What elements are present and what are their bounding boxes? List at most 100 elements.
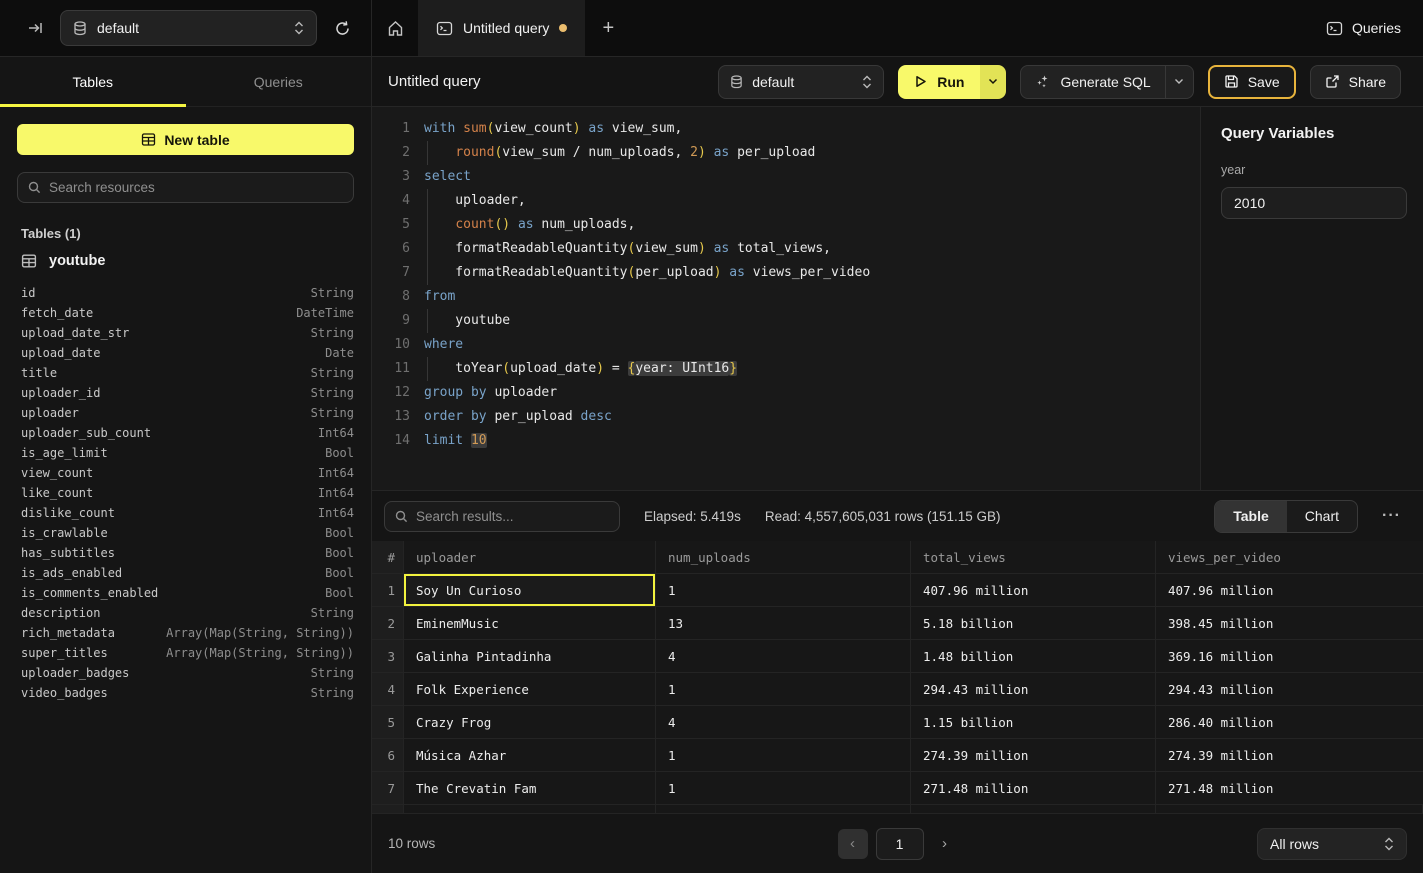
results-cell[interactable]: 1 xyxy=(656,574,911,606)
results-cell[interactable]: 4 xyxy=(656,640,911,672)
resource-search-input[interactable] xyxy=(49,180,343,195)
line-number: 8 xyxy=(386,285,410,309)
query-toolbar: Untitled query default xyxy=(372,57,1423,107)
results-search-input[interactable] xyxy=(416,509,609,524)
queries-button[interactable]: Queries xyxy=(1326,20,1401,37)
results-cell[interactable]: 294.43 million xyxy=(1156,673,1423,705)
new-table-button[interactable]: New table xyxy=(17,124,354,155)
variable-year-input[interactable] xyxy=(1221,187,1407,219)
results-header-cell[interactable]: uploader xyxy=(404,541,656,573)
column-name: is_comments_enabled xyxy=(21,586,158,600)
share-button[interactable]: Share xyxy=(1310,65,1401,99)
results-more-icon[interactable]: ··· xyxy=(1382,507,1401,525)
tab-tables[interactable]: Tables xyxy=(0,57,186,106)
page-size-value: All rows xyxy=(1270,836,1319,852)
table-item-youtube[interactable]: youtube xyxy=(21,253,354,269)
results-header-cell[interactable]: num_uploads xyxy=(656,541,911,573)
schema-column-row: uploader_sub_countInt64 xyxy=(21,423,354,443)
results-header-cell[interactable]: total_views xyxy=(911,541,1156,573)
row-number-cell[interactable]: 3 xyxy=(372,640,404,672)
results-cell[interactable]: 294.43 million xyxy=(911,673,1156,705)
terminal-icon xyxy=(1326,20,1343,37)
results-cell[interactable]: 1.48 billion xyxy=(911,640,1156,672)
generate-sql-caret[interactable] xyxy=(1165,66,1193,98)
next-page-icon[interactable]: › xyxy=(932,829,958,859)
results-cell[interactable]: Música Azhar xyxy=(404,739,656,771)
schema-column-row: is_age_limitBool xyxy=(21,443,354,463)
results-cell[interactable]: Folk Experience xyxy=(404,673,656,705)
row-number-cell[interactable]: 2 xyxy=(372,607,404,639)
row-number-cell[interactable]: 5 xyxy=(372,706,404,738)
toolbar-database-selector[interactable]: default xyxy=(718,65,884,99)
view-tab-chart[interactable]: Chart xyxy=(1287,501,1357,532)
results-cell[interactable]: 1 xyxy=(656,772,911,804)
sidebar: Tables Queries New table Tables (1) xyxy=(0,57,372,873)
row-number-cell[interactable]: 1 xyxy=(372,574,404,606)
results-cell[interactable]: 407.96 million xyxy=(1156,574,1423,606)
run-button-main[interactable]: Run xyxy=(898,65,980,99)
page-number-input[interactable] xyxy=(876,828,924,860)
column-type: Date xyxy=(325,346,354,360)
column-name: is_age_limit xyxy=(21,446,108,460)
results-header-row: #uploadernum_uploadstotal_viewsviews_per… xyxy=(372,541,1423,574)
results-cell[interactable]: 1 xyxy=(656,739,911,771)
page-size-selector[interactable]: All rows xyxy=(1257,828,1407,860)
results-search[interactable] xyxy=(384,501,620,532)
save-button[interactable]: Save xyxy=(1208,65,1296,99)
row-number-cell[interactable]: 7 xyxy=(372,772,404,804)
chevron-updown-icon xyxy=(1384,837,1394,851)
results-cell[interactable]: 271.48 million xyxy=(911,772,1156,804)
sparkle-icon xyxy=(1035,74,1050,89)
generate-sql-button[interactable]: Generate SQL xyxy=(1020,65,1193,99)
tab-untitled-query[interactable]: Untitled query xyxy=(418,0,585,56)
code-line: 2 round(view_sum / num_uploads, 2) as pe… xyxy=(386,141,1200,165)
results-cell[interactable]: 274.39 million xyxy=(911,739,1156,771)
results-cell[interactable]: 398.45 million xyxy=(1156,607,1423,639)
results-cell[interactable]: 369.16 million xyxy=(1156,640,1423,672)
results-header-cell[interactable]: views_per_video xyxy=(1156,541,1423,573)
results-cell[interactable]: 5.18 billion xyxy=(911,607,1156,639)
results-cell[interactable]: 1.15 billion xyxy=(911,706,1156,738)
collapse-sidebar-icon[interactable] xyxy=(20,13,50,43)
schema-column-row: view_countInt64 xyxy=(21,463,354,483)
table-row: 3Galinha Pintadinha41.48 billion369.16 m… xyxy=(372,640,1423,673)
results-header-cell[interactable]: # xyxy=(372,541,404,573)
run-button[interactable]: Run xyxy=(898,65,1006,99)
chevron-updown-icon xyxy=(862,75,872,89)
prev-page-icon[interactable]: ‹ xyxy=(838,829,868,859)
results-cell[interactable]: 1 xyxy=(656,673,911,705)
results-cell[interactable]: 13 xyxy=(656,607,911,639)
generate-sql-main[interactable]: Generate SQL xyxy=(1021,74,1164,90)
results-cell[interactable]: Crazy Frog xyxy=(404,706,656,738)
toolbar-database-value: default xyxy=(752,74,794,90)
row-number-cell[interactable]: 6 xyxy=(372,739,404,771)
new-tab-icon[interactable]: + xyxy=(585,0,631,56)
results-panel: Elapsed: 5.419s Read: 4,557,605,031 rows… xyxy=(372,490,1423,873)
code-line: 11 toYear(upload_date) = {year: UInt16} xyxy=(386,357,1200,381)
resource-search[interactable] xyxy=(17,172,354,203)
queries-button-label: Queries xyxy=(1352,20,1401,36)
results-cell[interactable]: Galinha Pintadinha xyxy=(404,640,656,672)
results-cell[interactable]: 274.39 million xyxy=(1156,739,1423,771)
run-options-caret[interactable] xyxy=(980,65,1006,99)
results-cell[interactable]: 407.96 million xyxy=(911,574,1156,606)
refresh-icon[interactable] xyxy=(327,13,357,43)
sql-editor[interactable]: 1with sum(view_count) as view_sum,2 roun… xyxy=(372,107,1200,490)
database-selector[interactable]: default xyxy=(60,10,317,46)
column-type: String xyxy=(311,286,354,300)
results-cell[interactable]: EminemMusic xyxy=(404,607,656,639)
results-cell[interactable]: 286.40 million xyxy=(1156,706,1423,738)
results-cell[interactable]: 4 xyxy=(656,706,911,738)
search-icon xyxy=(28,181,41,194)
row-number-cell[interactable]: 4 xyxy=(372,673,404,705)
column-type: String xyxy=(311,606,354,620)
view-tab-table[interactable]: Table xyxy=(1215,501,1287,532)
results-cell[interactable]: 271.48 million xyxy=(1156,772,1423,804)
column-name: upload_date xyxy=(21,346,100,360)
home-icon[interactable] xyxy=(372,0,418,56)
column-name: dislike_count xyxy=(21,506,115,520)
results-cell[interactable]: Soy Un Curioso xyxy=(404,574,656,606)
tab-queries[interactable]: Queries xyxy=(186,57,372,106)
save-label: Save xyxy=(1248,74,1280,90)
results-cell[interactable]: The Crevatin Fam xyxy=(404,772,656,804)
